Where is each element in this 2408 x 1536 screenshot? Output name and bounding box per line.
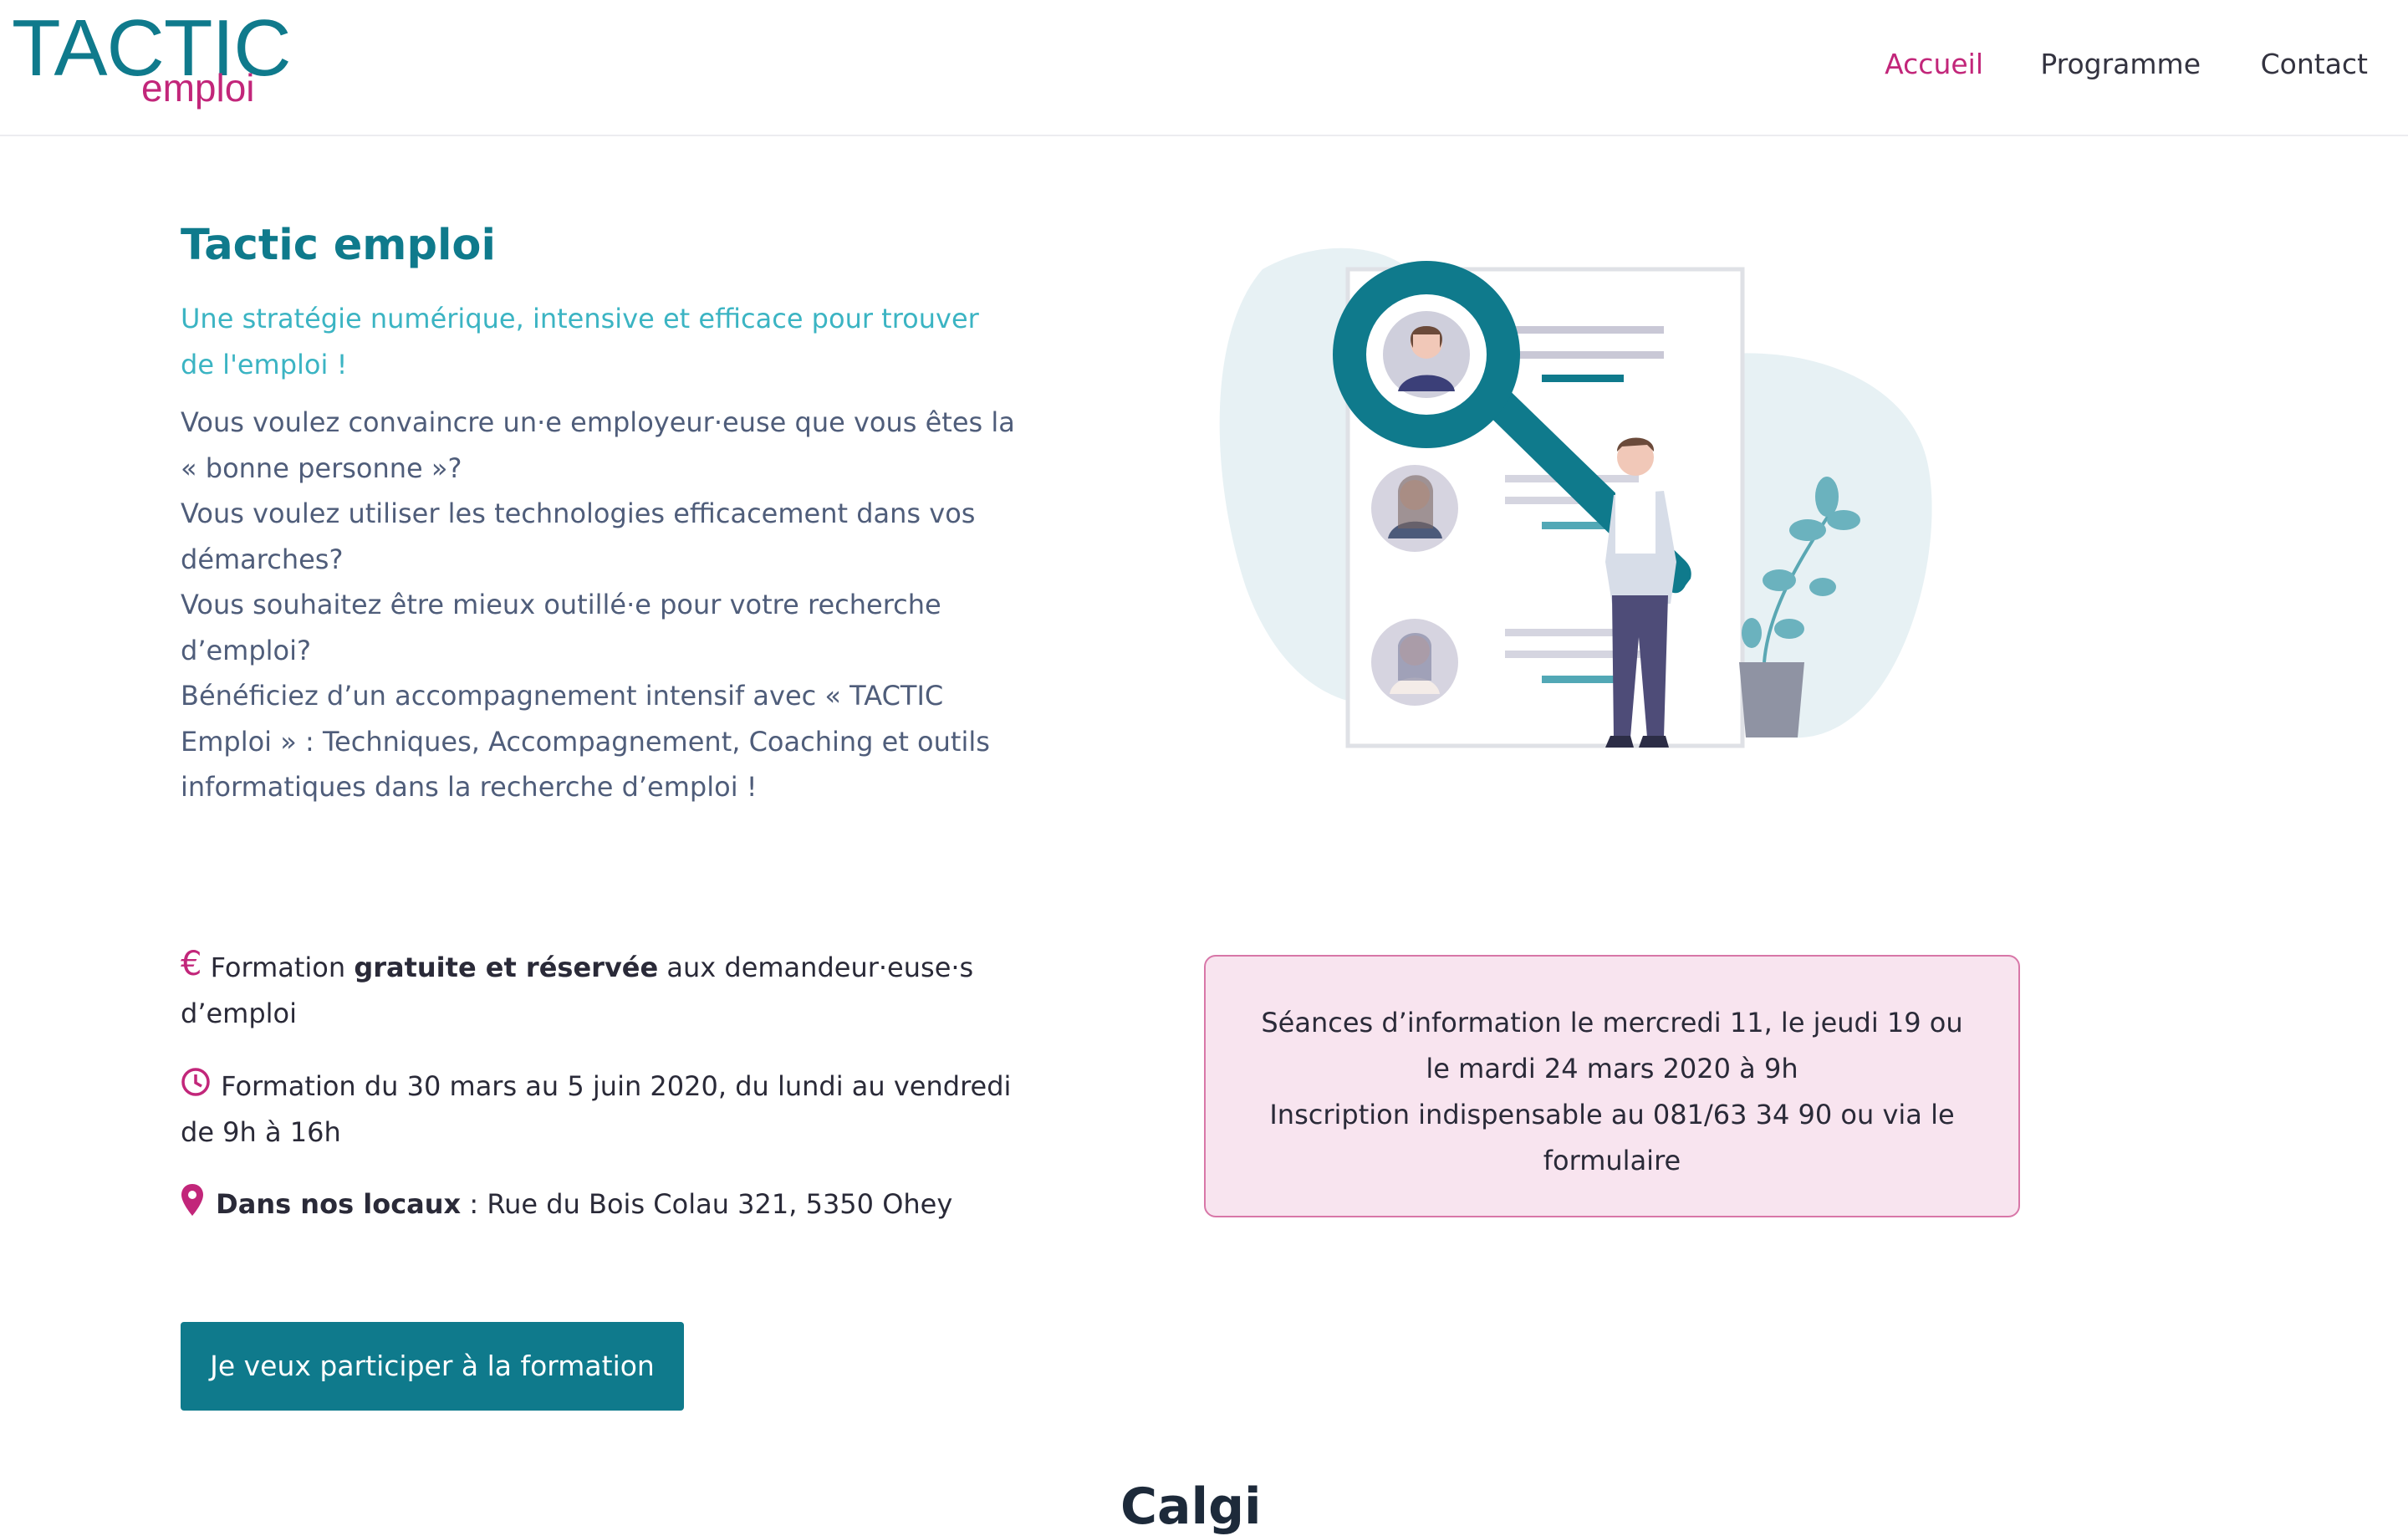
euro-icon: € <box>181 945 202 983</box>
site-header: TACTIC emploi Accueil Programme Contact <box>0 0 2408 136</box>
info-price: € Formation gratuite et réservée aux dem… <box>181 945 1017 1036</box>
plant-pot <box>1739 662 1804 737</box>
nav-item-programme[interactable]: Programme <box>2040 45 2201 84</box>
intro-paragraph: Vous souhaitez être mieux outillé·e pour… <box>181 589 941 666</box>
info-dates-text: Formation du 30 mars au 5 juin 2020, du … <box>181 1070 1012 1148</box>
info-location-bold: Dans nos locaux <box>216 1188 462 1220</box>
notice-line: Inscription indispensable au 081/63 34 9… <box>1269 1099 1955 1130</box>
notice-line: Séances d’information le mercredi 11, le… <box>1261 1007 1963 1038</box>
map-pin-icon <box>181 1181 207 1223</box>
nav-item-accueil[interactable]: Accueil <box>1885 45 1983 84</box>
info-location-address: : Rue du Bois Colau 321, 5350 Ohey <box>461 1188 953 1220</box>
info-price-bold: gratuite et réservée <box>354 952 659 983</box>
info-location: Dans nos locaux : Rue du Bois Colau 321,… <box>181 1181 1017 1227</box>
site-logo[interactable]: TACTIC emploi <box>12 7 292 115</box>
notice-line: formulaire <box>1543 1145 1681 1176</box>
intro-lead: Une stratégie numérique, intensive et ef… <box>181 303 979 380</box>
info-price-prefix: Formation <box>210 952 355 983</box>
intro-paragraph: Bénéficiez d’un accompagnement intensif … <box>181 680 990 803</box>
nav-item-contact[interactable]: Contact <box>2261 45 2368 84</box>
logo-subtitle: emploi <box>141 66 255 110</box>
notice-line: le mardi 24 mars 2020 à 9h <box>1426 1053 1798 1084</box>
page-title: Tactic emploi <box>181 221 496 270</box>
info-dates: Formation du 30 mars au 5 juin 2020, du … <box>181 1064 1017 1155</box>
participate-button[interactable]: Je veux participer à la formation <box>181 1322 684 1411</box>
intro-paragraph: Vous voulez utiliser les technologies ef… <box>181 498 976 575</box>
intro-paragraph: Vous voulez convaincre un·e employeur·eu… <box>181 406 1015 484</box>
job-search-illustration <box>1219 247 1932 748</box>
next-section-heading: Calgi <box>1120 1477 1262 1536</box>
info-session-notice: Séances d’information le mercredi 11, le… <box>1204 955 2020 1217</box>
clock-icon <box>181 1064 212 1105</box>
intro-body: Vous voulez convaincre un·e employeur·eu… <box>181 400 1017 810</box>
